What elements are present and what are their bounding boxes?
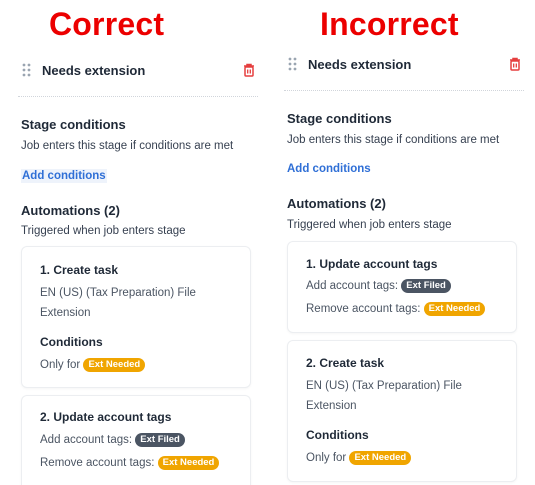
- remove-tags-label: Remove account tags:: [40, 457, 155, 469]
- tag-ext-needed: Ext Needed: [349, 451, 412, 465]
- automation-card-create-task[interactable]: 1. Create task EN (US) (Tax Preparation)…: [21, 246, 251, 388]
- stage-panel-incorrect: Needs extension Stage conditions Job ent…: [284, 0, 524, 485]
- only-for-row: Only for Ext Needed: [306, 448, 412, 468]
- divider: [18, 96, 258, 97]
- trash-icon[interactable]: [240, 61, 258, 79]
- tag-ext-needed: Ext Needed: [83, 358, 146, 372]
- task-desc-line1: EN (US) (Tax Preparation) File: [306, 380, 462, 392]
- automations-title: Automations (2): [287, 196, 386, 211]
- only-for-label: Only for: [40, 359, 81, 371]
- add-tags-row: Add account tags: Ext Filed: [40, 430, 185, 450]
- task-desc-line1: EN (US) (Tax Preparation) File: [40, 287, 196, 299]
- add-tags-row: Add account tags: Ext Filed: [306, 276, 451, 296]
- stage-conditions-desc: Job enters this stage if conditions are …: [21, 140, 234, 152]
- add-tags-label: Add account tags:: [40, 434, 133, 446]
- only-for-label: Only for: [306, 452, 347, 464]
- automation-card-update-tags[interactable]: 1. Update account tags Add account tags:…: [287, 241, 517, 333]
- tag-ext-needed: Ext Needed: [157, 456, 220, 470]
- automations-desc: Triggered when job enters stage: [21, 225, 186, 237]
- automation-card-create-task[interactable]: 2. Create task EN (US) (Tax Preparation)…: [287, 340, 517, 482]
- stage-header: Needs extension: [18, 58, 258, 82]
- add-tags-label: Add account tags:: [306, 280, 399, 292]
- drag-handle-icon[interactable]: [20, 61, 34, 79]
- stage-conditions-title: Stage conditions: [21, 117, 126, 132]
- divider: [284, 90, 524, 91]
- automations-title: Automations (2): [21, 203, 120, 218]
- remove-tags-row: Remove account tags: Ext Needed: [40, 453, 220, 473]
- tag-ext-filed: Ext Filed: [401, 279, 451, 293]
- remove-tags-row: Remove account tags: Ext Needed: [306, 299, 486, 319]
- stage-name: Needs extension: [42, 62, 146, 78]
- only-for-row: Only for Ext Needed: [40, 355, 146, 375]
- tag-ext-filed: Ext Filed: [135, 433, 185, 447]
- add-conditions-link[interactable]: Add conditions: [21, 169, 107, 183]
- card-title: 2. Create task: [306, 356, 385, 370]
- drag-handle-icon[interactable]: [286, 55, 300, 73]
- add-conditions-link[interactable]: Add conditions: [287, 163, 371, 175]
- stage-name: Needs extension: [308, 56, 412, 72]
- stage-conditions-desc: Job enters this stage if conditions are …: [287, 134, 500, 146]
- automation-card-update-tags[interactable]: 2. Update account tags Add account tags:…: [21, 395, 251, 485]
- automations-desc: Triggered when job enters stage: [287, 219, 452, 231]
- conditions-label: Conditions: [40, 335, 103, 349]
- stage-panel-correct: Needs extension Stage conditions Job ent…: [18, 0, 258, 485]
- card-title: 2. Update account tags: [40, 410, 172, 424]
- stage-conditions-title: Stage conditions: [287, 111, 392, 126]
- task-desc-line2: Extension: [40, 307, 91, 319]
- trash-icon[interactable]: [506, 55, 524, 73]
- task-desc-line2: Extension: [306, 400, 357, 412]
- tag-ext-needed: Ext Needed: [423, 302, 486, 316]
- stage-header: Needs extension: [284, 52, 524, 76]
- card-title: 1. Update account tags: [306, 257, 438, 271]
- remove-tags-label: Remove account tags:: [306, 303, 421, 315]
- card-title: 1. Create task: [40, 263, 119, 277]
- conditions-label: Conditions: [306, 428, 369, 442]
